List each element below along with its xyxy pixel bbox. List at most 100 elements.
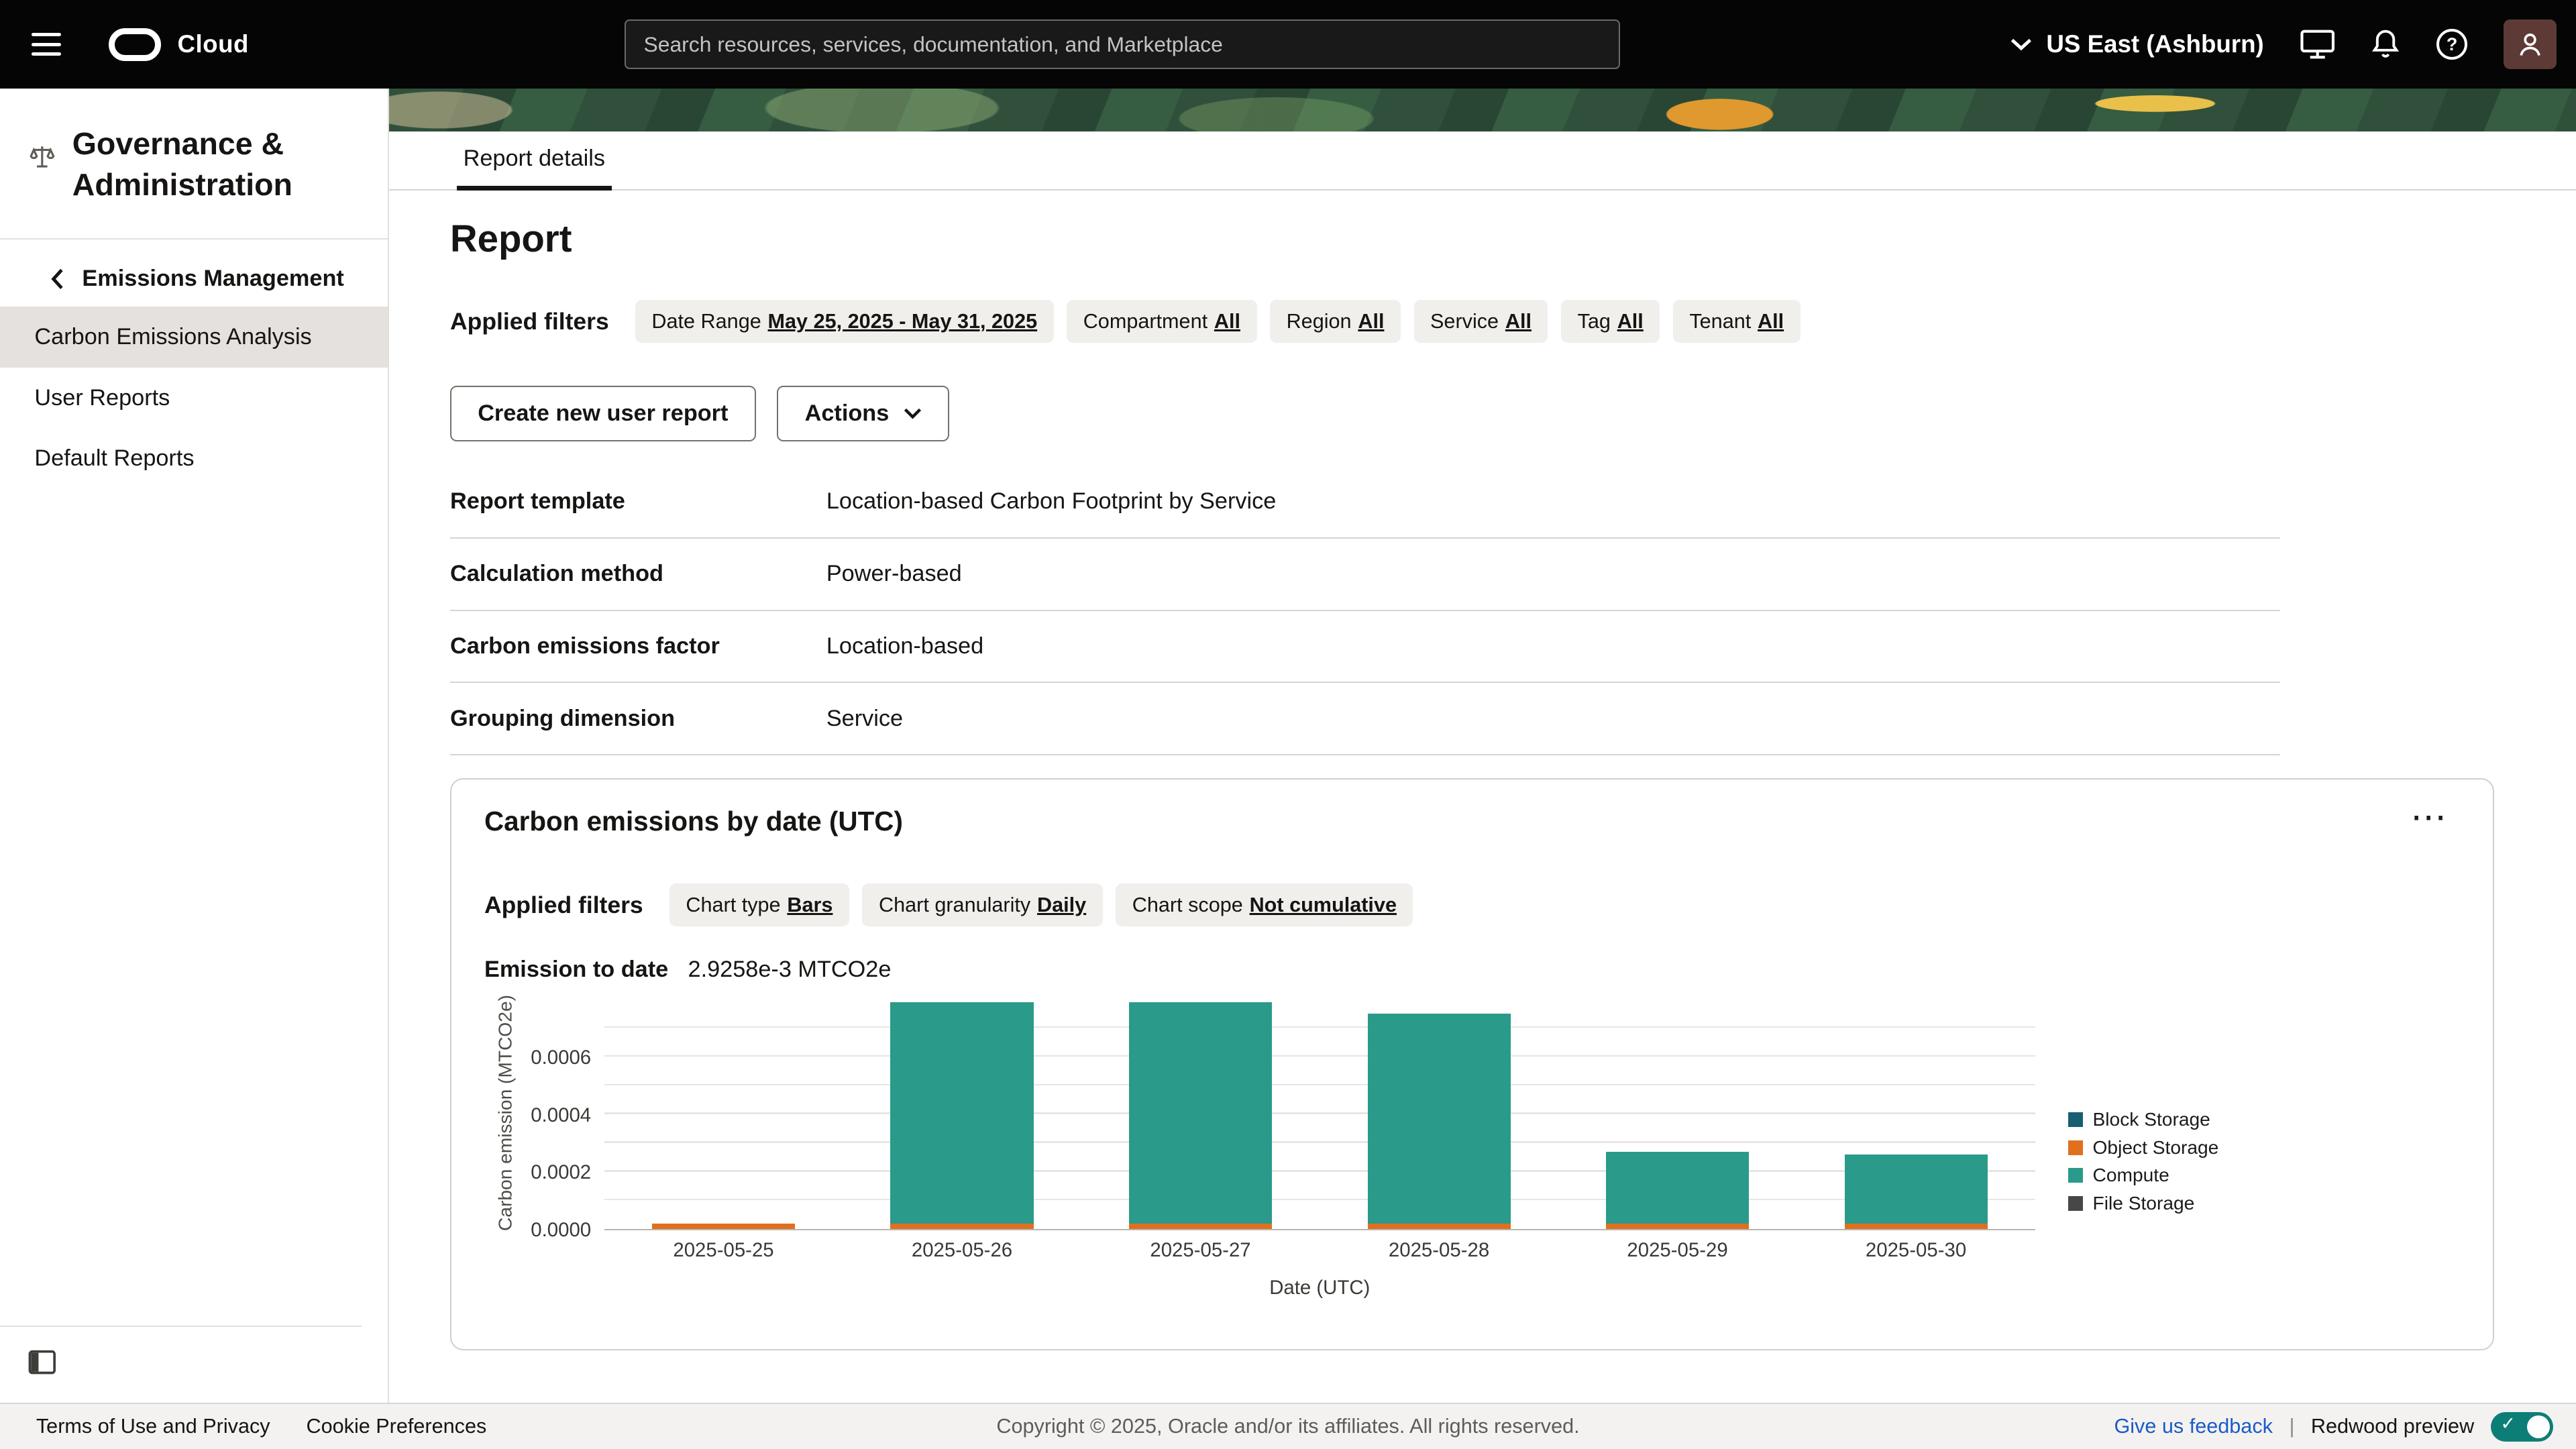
filter-chip-value[interactable]: Not cumulative	[1250, 894, 1397, 916]
tab-report-details[interactable]: Report details	[457, 131, 612, 191]
footer-separator: |	[2289, 1415, 2294, 1438]
bar-compute[interactable]	[890, 1002, 1033, 1224]
bar-object-storage[interactable]	[1368, 1224, 1511, 1230]
bar-object-storage[interactable]	[1606, 1224, 1749, 1230]
filter-chip-value[interactable]: May 25, 2025 - May 31, 2025	[768, 310, 1038, 333]
filter-chip-value[interactable]: All	[1214, 310, 1240, 333]
cookie-preferences-link[interactable]: Cookie Preferences	[306, 1415, 486, 1438]
sidebar-bottom-divider	[0, 1326, 362, 1327]
chevron-down-icon	[2010, 38, 2032, 51]
hamburger-menu-icon[interactable]	[26, 21, 72, 68]
brand[interactable]: Cloud	[109, 28, 249, 61]
legend-label: Compute	[2093, 1165, 2169, 1186]
chart-filter-chip-type[interactable]: Chart type Bars	[669, 883, 849, 926]
y-tick-label: 0.0000	[498, 1219, 592, 1242]
card-overflow-menu-icon[interactable]: ⋯	[2400, 790, 2456, 845]
detail-label: Report template	[450, 488, 826, 515]
bar-compute[interactable]	[1368, 1014, 1511, 1224]
legend-item[interactable]: Block Storage	[2068, 1109, 2219, 1130]
filter-chip-label: Service	[1430, 310, 1499, 333]
chart-filter-chip-granularity[interactable]: Chart granularityDaily	[862, 883, 1102, 926]
filter-chip-value[interactable]: All	[1758, 310, 1784, 333]
detail-value: Location-based	[826, 633, 983, 659]
action-buttons-row: Create new user report Actions	[450, 386, 2576, 441]
report-content: Report Applied filters Date RangeMay 25,…	[389, 191, 2576, 1403]
bar-compute[interactable]	[1606, 1152, 1749, 1224]
bar-compute[interactable]	[1129, 1002, 1272, 1224]
table-row: Calculation method Power-based	[450, 539, 2280, 611]
filter-chip-tenant[interactable]: Tenant All	[1673, 300, 1801, 343]
chevron-left-icon	[51, 268, 64, 290]
table-row: Carbon emissions factor Location-based	[450, 611, 2280, 684]
banner-illustration	[389, 89, 2576, 131]
legend-item[interactable]: Compute	[2068, 1165, 2219, 1186]
help-icon[interactable]: ?	[2436, 29, 2468, 60]
footer: Terms of Use and Privacy Cookie Preferen…	[0, 1403, 2576, 1449]
sidebar-back-emissions-management[interactable]: Emissions Management	[51, 266, 388, 292]
emission-to-date-value: 2.9258e-3 MTCO2e	[688, 957, 892, 983]
legend-swatch	[2068, 1168, 2083, 1183]
region-selector[interactable]: US East (Ashburn)	[2010, 30, 2264, 58]
gridline	[604, 1199, 2035, 1200]
give-feedback-link[interactable]: Give us feedback	[2114, 1415, 2273, 1438]
cloud-shell-icon[interactable]	[2300, 29, 2334, 60]
sidebar-title: Governance & Administration	[72, 123, 359, 205]
legend-item[interactable]: File Storage	[2068, 1193, 2219, 1214]
sidebar-item-default-reports[interactable]: Default Reports	[0, 428, 388, 489]
redwood-preview-label: Redwood preview	[2311, 1415, 2474, 1438]
chart-filter-chip-scope[interactable]: Chart scope Not cumulative	[1116, 883, 1413, 926]
legend-item[interactable]: Object Storage	[2068, 1137, 2219, 1159]
sidebar-item-user-reports[interactable]: User Reports	[0, 368, 388, 429]
detail-value: Service	[826, 706, 903, 732]
y-tick-label: 0.0002	[498, 1161, 592, 1184]
gridline	[604, 1170, 2035, 1171]
bar-compute[interactable]	[1845, 1155, 1988, 1224]
filter-chip-value[interactable]: All	[1505, 310, 1532, 333]
filter-chip-tag[interactable]: Tag All	[1561, 300, 1660, 343]
filter-chip-region[interactable]: RegionAll	[1270, 300, 1401, 343]
toggle-knob	[2527, 1415, 2550, 1438]
governance-icon	[28, 143, 56, 171]
bar-object-storage[interactable]	[890, 1224, 1033, 1230]
filter-chip-label: Chart type	[686, 894, 780, 916]
detail-value: Location-based Carbon Footprint by Servi…	[826, 488, 1276, 515]
bar-object-storage[interactable]	[652, 1224, 795, 1230]
sidebar: Governance & Administration Emissions Ma…	[0, 89, 389, 1403]
terms-link[interactable]: Terms of Use and Privacy	[36, 1415, 270, 1438]
search-input[interactable]	[625, 19, 1620, 68]
filter-chip-label: Tenant	[1689, 310, 1751, 333]
filter-chip-value[interactable]: Bars	[787, 894, 833, 916]
gridline	[604, 1084, 2035, 1085]
chart-applied-filters-label: Applied filters	[484, 892, 643, 919]
redwood-preview-toggle[interactable]: ✓	[2491, 1412, 2553, 1442]
legend-label: Object Storage	[2093, 1137, 2219, 1159]
tab-bar: Report details	[389, 131, 2576, 191]
filter-chip-compartment[interactable]: CompartmentAll	[1067, 300, 1256, 343]
filter-chip-value[interactable]: All	[1358, 310, 1384, 333]
gridline	[604, 1112, 2035, 1114]
collapse-sidebar-icon[interactable]	[28, 1349, 56, 1375]
y-tick-label: 0.0004	[498, 1104, 592, 1127]
y-tick-label: 0.0006	[498, 1046, 592, 1069]
actions-button[interactable]: Actions	[777, 386, 949, 441]
sidebar-item-carbon-emissions-analysis[interactable]: Carbon Emissions Analysis	[0, 307, 388, 368]
filter-chip-label: Tag	[1578, 310, 1611, 333]
x-tick-label: 2025-05-27	[1081, 1239, 1320, 1262]
x-tick-label: 2025-05-26	[843, 1239, 1081, 1262]
detail-label: Carbon emissions factor	[450, 633, 826, 659]
filter-chip-value[interactable]: Daily	[1037, 894, 1086, 916]
top-navbar: Cloud US East (Ashburn) ?	[0, 0, 2576, 89]
bar-object-storage[interactable]	[1129, 1224, 1272, 1230]
x-tick-label: 2025-05-29	[1558, 1239, 1797, 1262]
bar-object-storage[interactable]	[1845, 1224, 1988, 1230]
gridline	[604, 1026, 2035, 1028]
create-new-user-report-button[interactable]: Create new user report	[450, 386, 756, 441]
filter-chip-service[interactable]: Service All	[1414, 300, 1548, 343]
chart-filter-chips: Chart type Bars Chart granularityDaily Ch…	[669, 883, 1413, 926]
notifications-bell-icon[interactable]	[2371, 29, 2400, 60]
filter-chip-label: Chart scope	[1132, 894, 1243, 916]
filter-chip-value[interactable]: All	[1617, 310, 1644, 333]
user-avatar[interactable]	[2504, 19, 2556, 68]
filter-chip-date-range[interactable]: Date RangeMay 25, 2025 - May 31, 2025	[635, 300, 1054, 343]
emission-to-date-row: Emission to date 2.9258e-3 MTCO2e	[484, 957, 2460, 983]
